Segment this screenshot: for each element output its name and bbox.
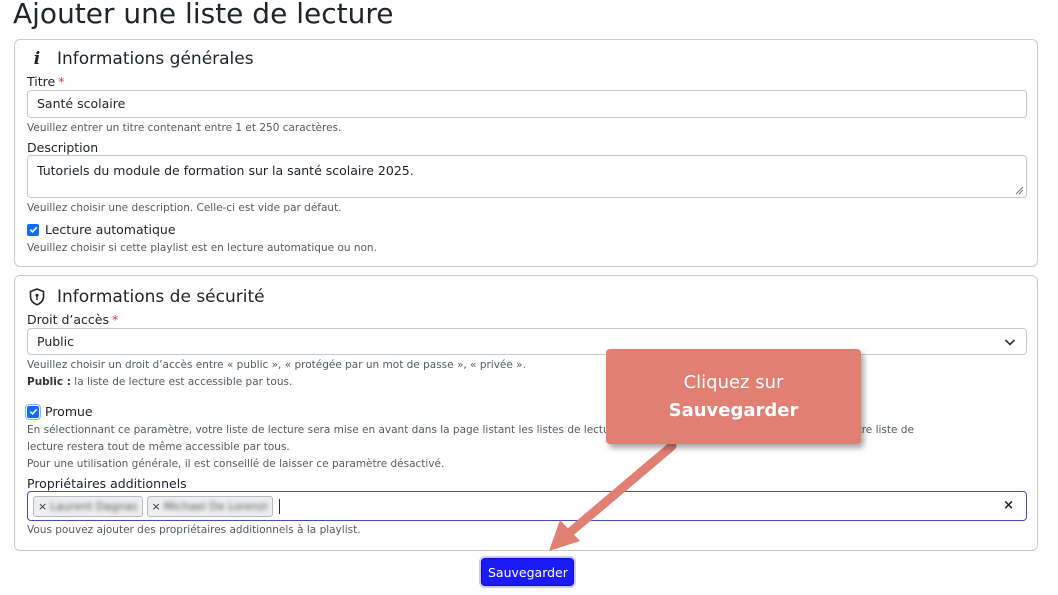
check-icon — [29, 408, 37, 415]
annotation-callout: Cliquez sur Sauvegarder — [606, 349, 861, 444]
required-mark: * — [112, 312, 119, 327]
access-label: Droit d’accès * — [27, 312, 118, 328]
title-help: Veuillez entrer un titre contenant entre… — [27, 122, 342, 134]
security-info-title: Informations de sécurité — [57, 287, 265, 307]
description-help: Veuillez choisir une description. Celle-… — [27, 202, 342, 214]
title-label: Titre * — [27, 74, 64, 90]
required-mark: * — [58, 74, 65, 89]
security-info-heading: Informations de sécurité — [27, 286, 265, 308]
owner-tag[interactable]: × Michael De Lorenzi — [146, 495, 273, 517]
autoplay-row: Lecture automatique — [27, 222, 176, 237]
resize-handle-icon[interactable] — [1014, 185, 1024, 195]
access-label-text: Droit d’accès — [27, 312, 110, 327]
description-value: Tutoriels du module de formation sur la … — [37, 163, 414, 178]
info-icon: i — [33, 49, 41, 69]
owner-tag-name: Michael De Lorenzi — [163, 499, 268, 513]
chevron-down-icon — [1004, 339, 1016, 346]
page-title: Ajouter une liste de lecture — [13, 0, 394, 30]
public-help-label: Public : — [27, 376, 71, 388]
promoted-help-2: lecture restera tout de même accessible … — [27, 441, 290, 453]
owner-tag[interactable]: × Laurent Dagnas — [33, 495, 143, 517]
general-info-title: Informations générales — [57, 49, 254, 69]
autoplay-help: Veuillez choisir si cette playlist est e… — [27, 242, 377, 254]
promoted-checkbox[interactable] — [25, 403, 41, 420]
title-label-text: Titre — [27, 74, 56, 89]
access-select-value: Public — [37, 334, 74, 349]
text-cursor — [278, 498, 280, 514]
owners-label: Propriétaires additionnels — [27, 476, 187, 491]
security-info-card: Informations de sécurité Droit d’accès * … — [14, 275, 1038, 551]
remove-tag-icon[interactable]: × — [38, 500, 47, 513]
autoplay-checkbox[interactable] — [27, 223, 39, 236]
access-help: Veuillez choisir un droit d’accès entre … — [27, 359, 526, 371]
promoted-row: Promue — [25, 403, 93, 420]
owners-multiselect[interactable]: × Laurent Dagnas × Michael De Lorenzi × — [27, 491, 1027, 521]
shield-icon — [29, 288, 45, 306]
check-icon — [29, 226, 37, 233]
save-button[interactable]: Sauvegarder — [481, 558, 574, 586]
callout-line-1: Cliquez sur — [683, 372, 784, 393]
public-help: Public : la liste de lecture est accessi… — [27, 375, 292, 389]
general-info-card: i Informations générales Titre * Santé sc… — [14, 39, 1038, 267]
public-help-text: la liste de lecture est accessible par t… — [70, 376, 293, 388]
description-textarea[interactable]: Tutoriels du module de formation sur la … — [27, 155, 1027, 198]
owners-help: Vous pouvez ajouter des propriétaires ad… — [27, 524, 361, 536]
callout-line-2: Sauvegarder — [668, 400, 799, 421]
access-select[interactable]: Public — [27, 328, 1027, 355]
title-input[interactable]: Santé scolaire — [27, 90, 1027, 118]
description-label: Description — [27, 140, 99, 155]
owner-tag-name: Laurent Dagnas — [50, 499, 138, 513]
autoplay-label: Lecture automatique — [45, 222, 176, 237]
clear-owners-icon[interactable]: × — [1003, 498, 1014, 513]
promoted-label: Promue — [45, 404, 93, 419]
promoted-help-3: Pour une utilisation générale, il est co… — [27, 458, 445, 470]
general-info-heading: i Informations générales — [27, 48, 254, 70]
remove-tag-icon[interactable]: × — [152, 500, 161, 513]
